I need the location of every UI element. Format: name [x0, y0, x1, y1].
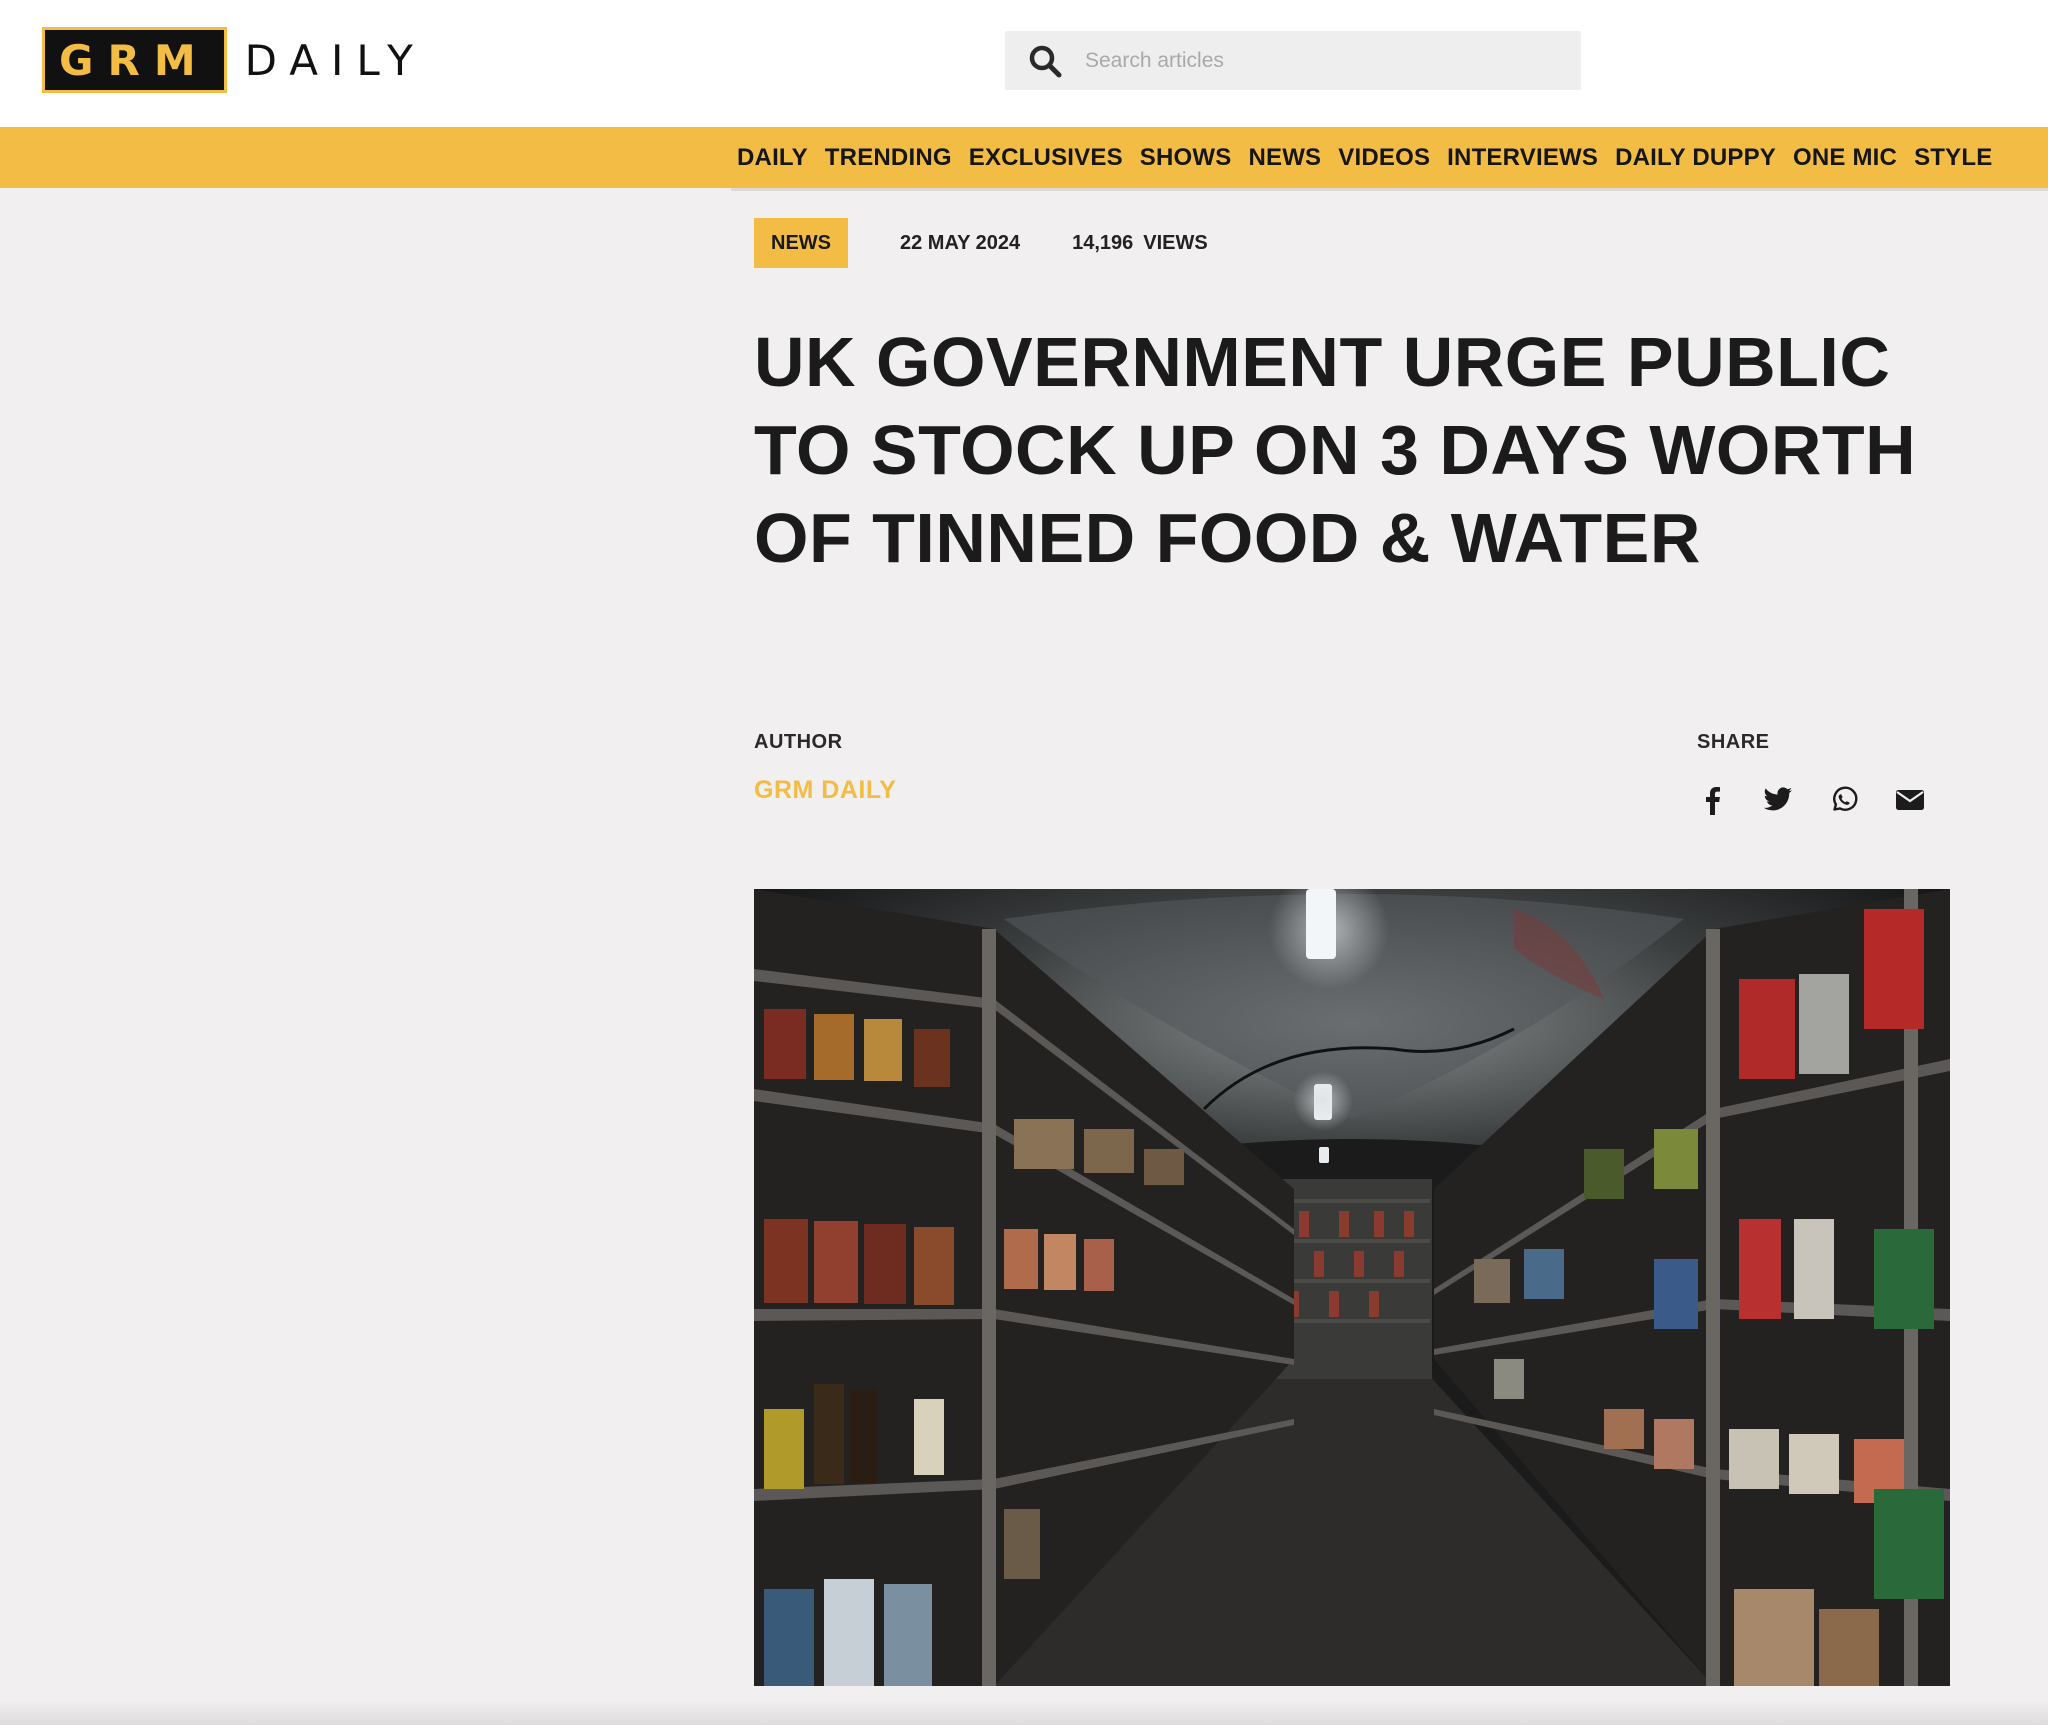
views-label: VIEWS — [1143, 231, 1208, 254]
main-nav: DAILY TRENDING EXCLUSIVES SHOWS NEWS VID… — [0, 127, 2048, 188]
search-icon[interactable] — [1005, 31, 1085, 90]
nav-item-shows[interactable]: SHOWS — [1140, 144, 1232, 172]
logo-daily-text: DAILY — [244, 35, 426, 85]
article-meta: NEWS 22 MAY 2024 14,196 VIEWS — [754, 218, 1208, 268]
nav-item-trending[interactable]: TRENDING — [825, 144, 952, 172]
whatsapp-icon[interactable] — [1826, 782, 1862, 818]
nav-item-exclusives[interactable]: EXCLUSIVES — [969, 144, 1123, 172]
facebook-icon[interactable] — [1694, 782, 1730, 818]
article-title: UK GOVERNMENT URGE PUBLIC TO STOCK UP ON… — [754, 323, 1917, 577]
views-count: 14,196 — [1072, 231, 1134, 254]
nav-item-interviews[interactable]: INTERVIEWS — [1447, 144, 1598, 172]
search-bar — [1005, 31, 1581, 90]
article-date: 22 MAY 2024 — [900, 231, 1021, 254]
share-icons — [1694, 782, 1928, 818]
share-label: SHARE — [1697, 731, 1770, 753]
nav-item-daily-duppy[interactable]: DAILY DUPPY — [1615, 144, 1776, 172]
email-icon[interactable] — [1892, 782, 1928, 818]
nav-item-news[interactable]: NEWS — [1248, 144, 1321, 172]
site-header: GRM DAILY — [0, 0, 2048, 127]
nav-item-videos[interactable]: VIDEOS — [1338, 144, 1430, 172]
twitter-icon[interactable] — [1760, 782, 1796, 818]
article-hero-image — [754, 889, 1950, 1686]
article-views: 14,196 VIEWS — [1072, 232, 1208, 255]
nav-divider — [731, 188, 2048, 191]
category-badge[interactable]: NEWS — [754, 218, 848, 268]
author-label: AUTHOR — [754, 731, 843, 753]
author-link[interactable]: GRM DAILY — [754, 776, 896, 805]
page-bottom-fade — [0, 1700, 2048, 1725]
logo-grm-text: GRM — [59, 35, 210, 85]
nav-item-style[interactable]: STYLE — [1914, 144, 1992, 172]
nav-items: DAILY TRENDING EXCLUSIVES SHOWS NEWS VID… — [737, 127, 1992, 188]
logo-box: GRM — [42, 27, 227, 93]
search-input[interactable] — [1085, 48, 1555, 73]
site-logo[interactable]: GRM DAILY — [42, 26, 426, 94]
nav-item-daily[interactable]: DAILY — [737, 144, 808, 172]
nav-item-one-mic[interactable]: ONE MIC — [1793, 144, 1897, 172]
